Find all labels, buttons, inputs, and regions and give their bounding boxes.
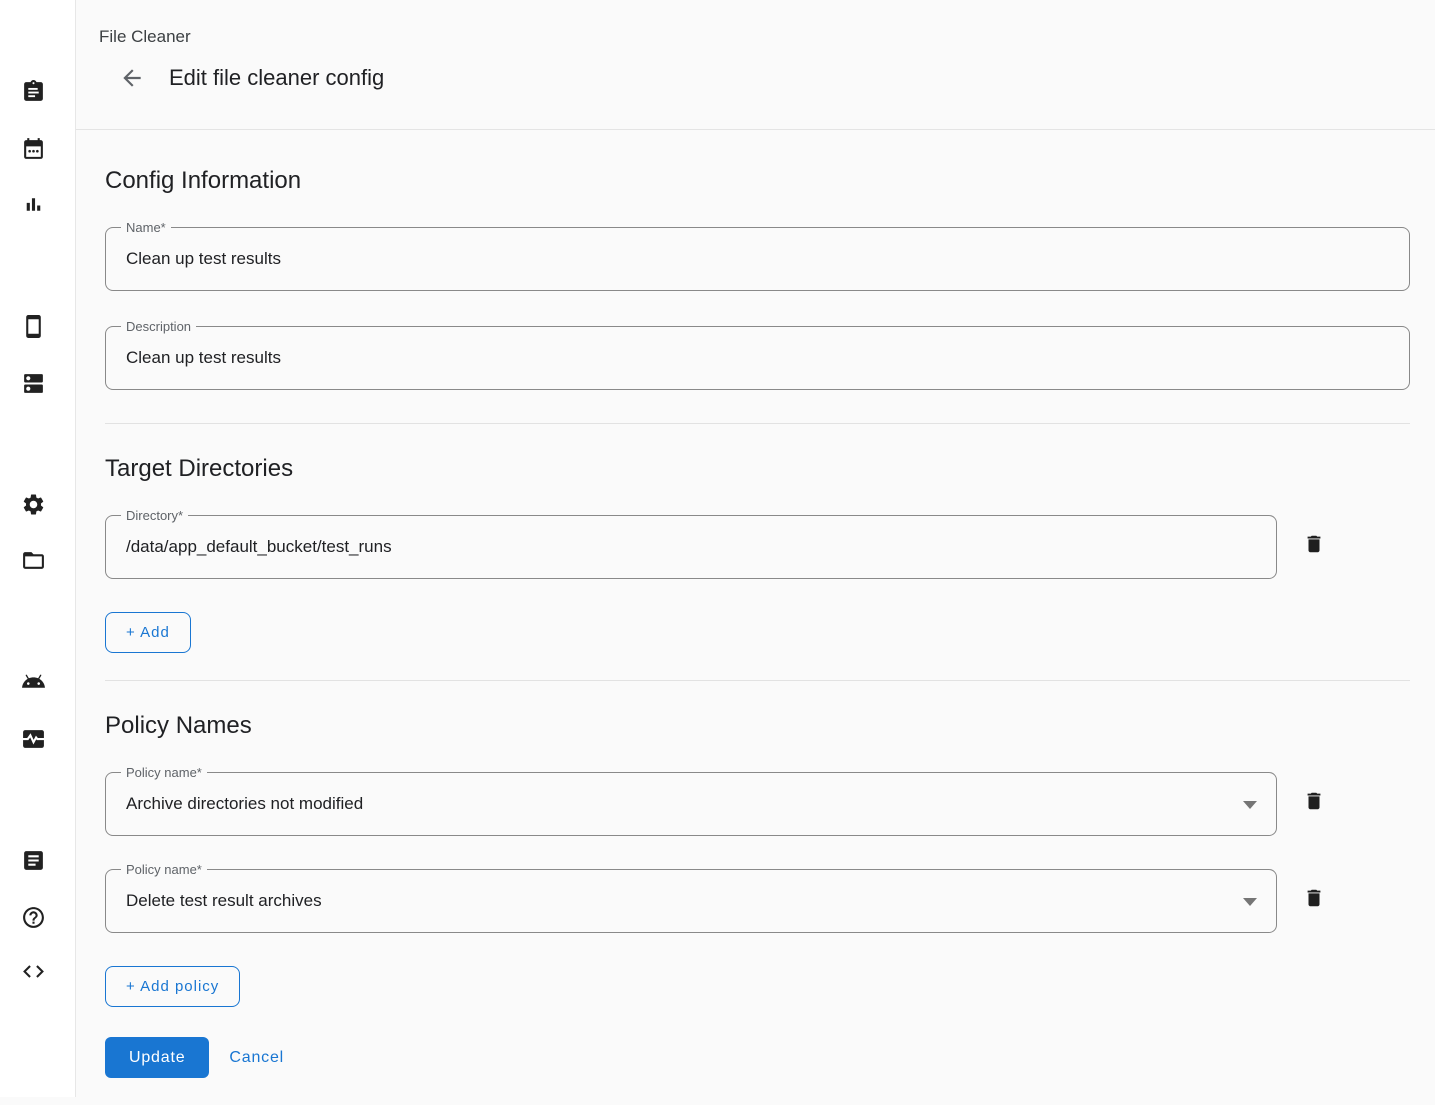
policy-row: Policy name* Archive directories not mod… [105, 772, 1410, 836]
app-title: File Cleaner [99, 27, 1435, 47]
directory-row: Directory* [105, 515, 1410, 579]
storage-icon [21, 371, 46, 396]
description-field-label: Description [121, 318, 196, 335]
settings-gear-icon [21, 492, 46, 517]
main-area: File Cleaner Edit file cleaner config Co… [76, 0, 1435, 1097]
cancel-button[interactable]: Cancel [221, 1049, 292, 1067]
back-button[interactable] [119, 65, 145, 91]
update-button[interactable]: Update [105, 1037, 209, 1078]
smartphone-icon [21, 314, 46, 339]
sidebar-item-logs[interactable] [16, 843, 50, 877]
section-title-policy-names: Policy Names [105, 711, 1410, 741]
folder-icon [21, 548, 46, 573]
page-title: Edit file cleaner config [169, 65, 384, 91]
policy-selected-value: Archive directories not modified [106, 794, 383, 814]
sidebar-item-calendar[interactable] [16, 131, 50, 165]
policy-selected-value: Delete test result archives [106, 891, 342, 911]
policy-name-select-2[interactable]: Policy name* Delete test result archives [105, 869, 1277, 933]
pulse-monitor-icon [21, 726, 46, 751]
directory-field: Directory* [105, 515, 1277, 579]
form-content: Config Information Name* Description Tar… [76, 130, 1435, 1105]
section-config-information: Config Information Name* Description [105, 166, 1410, 390]
directory-field-label: Directory* [121, 507, 188, 524]
article-icon [21, 848, 46, 873]
app-root: File Cleaner Edit file cleaner config Co… [0, 0, 1435, 1097]
calendar-icon [21, 136, 46, 161]
title-row: Edit file cleaner config [99, 65, 1435, 91]
description-field: Description [105, 326, 1410, 390]
trash-icon [1303, 790, 1325, 812]
sidebar-item-monitoring[interactable] [16, 721, 50, 755]
section-title-target-directories: Target Directories [105, 454, 1410, 484]
code-icon [21, 959, 46, 984]
sidebar-item-smartphone[interactable] [16, 309, 50, 343]
name-field: Name* [105, 227, 1410, 291]
sidebar-item-android[interactable] [16, 664, 50, 698]
android-icon [21, 669, 46, 694]
name-input[interactable] [106, 228, 1409, 290]
section-divider [105, 423, 1410, 424]
trash-icon [1303, 887, 1325, 909]
sidebar-item-help[interactable] [16, 900, 50, 934]
sidebar [0, 0, 76, 1097]
dropdown-arrow-icon [1243, 801, 1257, 809]
policy-row: Policy name* Delete test result archives [105, 869, 1410, 933]
sidebar-item-code[interactable] [16, 954, 50, 988]
sidebar-item-clipboard[interactable] [16, 74, 50, 108]
directory-input[interactable] [106, 516, 1276, 578]
section-target-directories: Target Directories Directory* + Add [105, 454, 1410, 653]
arrow-back-icon [119, 65, 145, 91]
section-divider [105, 680, 1410, 681]
section-policy-names: Policy Names Policy name* Archive direct… [105, 711, 1410, 1007]
add-policy-button[interactable]: + Add policy [105, 966, 240, 1007]
delete-policy-button-1[interactable] [1301, 788, 1327, 814]
section-title-config-information: Config Information [105, 166, 1410, 196]
clipboard-icon [21, 79, 46, 104]
delete-directory-button[interactable] [1301, 531, 1327, 557]
description-input[interactable] [106, 327, 1409, 389]
delete-policy-button-2[interactable] [1301, 885, 1327, 911]
sidebar-item-bar-chart[interactable] [16, 188, 50, 222]
policy-field-label: Policy name* [121, 764, 207, 781]
page-header: File Cleaner Edit file cleaner config [76, 0, 1435, 130]
sidebar-item-storage[interactable] [16, 366, 50, 400]
trash-icon [1303, 533, 1325, 555]
bar-chart-icon [21, 193, 46, 218]
add-directory-button[interactable]: + Add [105, 612, 191, 653]
help-icon [21, 905, 46, 930]
form-actions: Update Cancel [105, 1037, 1410, 1078]
name-field-label: Name* [121, 219, 171, 236]
policy-name-select-1[interactable]: Policy name* Archive directories not mod… [105, 772, 1277, 836]
dropdown-arrow-icon [1243, 898, 1257, 906]
sidebar-item-folder[interactable] [16, 543, 50, 577]
policy-field-label: Policy name* [121, 861, 207, 878]
sidebar-item-settings[interactable] [16, 487, 50, 521]
